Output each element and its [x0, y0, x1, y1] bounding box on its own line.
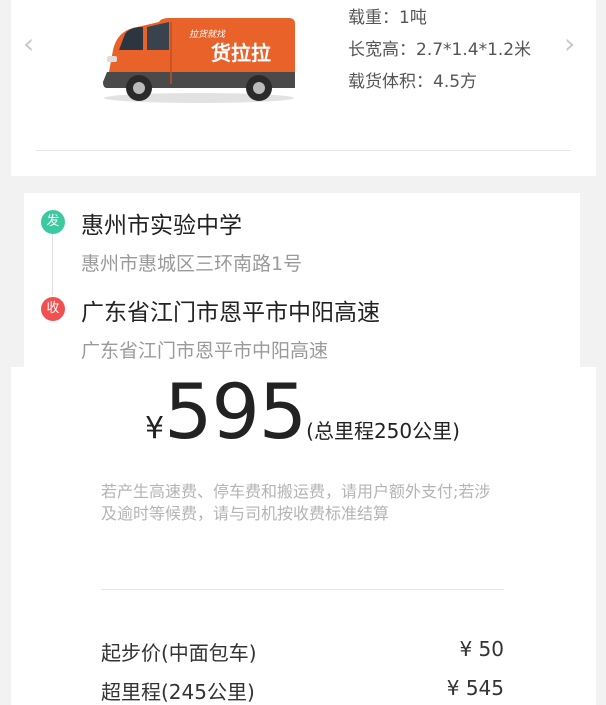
destination-badge-icon: 收 — [41, 297, 65, 321]
origin-address: 惠州市惠城区三环南路1号 — [81, 253, 303, 275]
fee-label: 超里程(245公里) — [101, 680, 255, 704]
fee-notice: 若产生高速费、停车费和搬运费，请用户额外支付;若涉及逾时等候费，请与司机按收费标… — [101, 482, 491, 523]
destination-name: 广东省江门市恩平市中阳高速 — [81, 300, 380, 326]
divider — [101, 589, 504, 590]
fee-value: ¥ 545 — [446, 676, 504, 700]
van-brand-logo: 货拉拉 — [211, 41, 271, 65]
origin-badge-icon: 发 — [41, 210, 65, 234]
divider — [36, 150, 571, 151]
total-price: ¥595(总里程250公里) — [145, 367, 460, 456]
route-connector-line — [52, 233, 53, 295]
cargo-volume: 载货体积：4.5方 — [348, 72, 478, 92]
fee-label: 起步价(中面包车) — [101, 641, 257, 665]
prev-vehicle-arrow-icon[interactable]: ‹ — [23, 30, 34, 58]
van-image: 拉货就找 货拉拉 — [103, 18, 295, 103]
price-panel: ¥595(总里程250公里) 若产生高速费、停车费和搬运费，请用户额外支付;若涉… — [11, 367, 596, 705]
next-vehicle-arrow-icon[interactable]: › — [564, 30, 575, 58]
currency-symbol: ¥ — [145, 411, 165, 446]
total-distance: (总里程250公里) — [306, 419, 460, 443]
dimensions: 长宽高：2.7*1.4*1.2米 — [348, 40, 532, 60]
vehicle-specs: 载重：1吨 长宽高：2.7*1.4*1.2米 载货体积：4.5方 — [348, 2, 531, 98]
destination-address: 广东省江门市恩平市中阳高速 — [81, 340, 329, 362]
fee-value: ¥ 50 — [459, 637, 504, 661]
route-card: 发 惠州市实验中学 惠州市惠城区三环南路1号 收 广东省江门市恩平市中阳高速 广… — [24, 193, 580, 373]
van-slogan: 拉货就找 — [189, 29, 226, 40]
price-amount: 595 — [164, 367, 307, 456]
origin-name: 惠州市实验中学 — [81, 213, 242, 239]
load-capacity: 载重：1吨 — [348, 8, 427, 28]
vehicle-card: ‹ 拉货就找 货拉拉 载重：1吨 长宽高：2.7*1.4*1.2米 载货体积：4… — [11, 0, 596, 176]
